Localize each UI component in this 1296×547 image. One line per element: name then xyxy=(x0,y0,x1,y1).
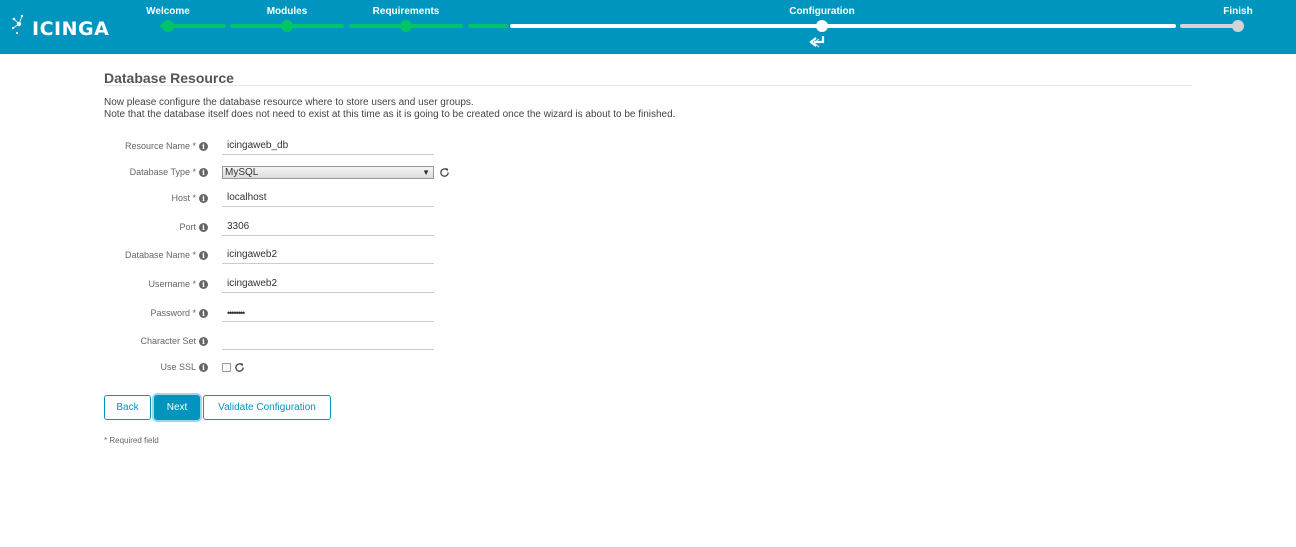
next-button[interactable]: Next xyxy=(154,395,200,420)
use-ssl-checkbox[interactable] xyxy=(222,363,231,372)
username-label: Username * i xyxy=(148,279,208,289)
step-welcome-dot[interactable] xyxy=(162,20,174,32)
password-input[interactable]: •••••••• xyxy=(222,304,434,322)
wizard-header: ICINGA Welcome Modules Requirements Conf… xyxy=(0,0,1296,54)
logo-text: ICINGA xyxy=(32,18,110,40)
info-icon[interactable]: i xyxy=(199,193,208,203)
title-divider xyxy=(104,85,1192,86)
database-name-input[interactable]: icingaweb2 xyxy=(222,246,434,264)
resource-name-label: Resource Name * i xyxy=(125,141,208,151)
back-button[interactable]: Back xyxy=(104,395,151,420)
database-type-select[interactable]: MySQL ▼ xyxy=(222,166,434,179)
info-icon[interactable]: i xyxy=(199,279,208,289)
character-set-label: Character Set i xyxy=(140,336,208,346)
logo-sparkle-icon xyxy=(12,14,24,34)
step-welcome-label: Welcome xyxy=(146,6,190,17)
return-arrow-icon xyxy=(809,36,825,48)
use-ssl-label: Use SSL i xyxy=(160,362,208,372)
step-finish-dot xyxy=(1232,20,1244,32)
step-modules-dot[interactable] xyxy=(281,20,293,32)
database-name-label: Database Name * i xyxy=(125,250,208,260)
required-field-note: * Required field xyxy=(104,436,159,445)
progress-bar-requirements-tail xyxy=(468,24,508,28)
refresh-icon[interactable] xyxy=(439,167,450,178)
password-label: Password * i xyxy=(150,308,208,318)
username-input[interactable]: icingaweb2 xyxy=(222,275,434,293)
resource-name-input[interactable]: icingaweb_db xyxy=(222,137,434,155)
info-icon[interactable]: i xyxy=(199,167,208,177)
step-requirements-label: Requirements xyxy=(372,6,440,17)
info-icon[interactable]: i xyxy=(199,141,208,151)
info-icon[interactable]: i xyxy=(199,308,208,318)
info-icon[interactable]: i xyxy=(199,222,208,232)
dropdown-arrow-icon: ▼ xyxy=(422,168,430,177)
host-label: Host * i xyxy=(171,193,208,203)
character-set-input[interactable] xyxy=(222,332,434,350)
step-configuration-label: Configuration xyxy=(789,6,855,17)
validate-configuration-button[interactable]: Validate Configuration xyxy=(203,395,331,420)
progress-bar-finish xyxy=(1180,24,1240,28)
port-input[interactable]: 3306 xyxy=(222,218,434,236)
step-configuration-dot xyxy=(816,20,828,32)
database-type-label: Database Type * i xyxy=(130,167,208,177)
host-input[interactable]: localhost xyxy=(222,189,434,207)
intro-line-1: Now please configure the database resour… xyxy=(104,97,474,108)
info-icon[interactable]: i xyxy=(199,362,208,372)
icinga-logo: ICINGA xyxy=(12,10,112,44)
intro-text: Now please configure the database resour… xyxy=(104,97,675,121)
info-icon[interactable]: i xyxy=(199,336,208,346)
step-modules-label: Modules xyxy=(266,6,308,17)
step-requirements-dot[interactable] xyxy=(400,20,412,32)
intro-line-2: Note that the database itself does not n… xyxy=(104,109,676,120)
port-label: Port i xyxy=(179,222,208,232)
refresh-icon[interactable] xyxy=(234,362,245,373)
step-finish-label: Finish xyxy=(1223,6,1253,17)
progress-bar-configuration xyxy=(510,24,1176,28)
info-icon[interactable]: i xyxy=(199,250,208,260)
page-title: Database Resource xyxy=(104,70,234,86)
